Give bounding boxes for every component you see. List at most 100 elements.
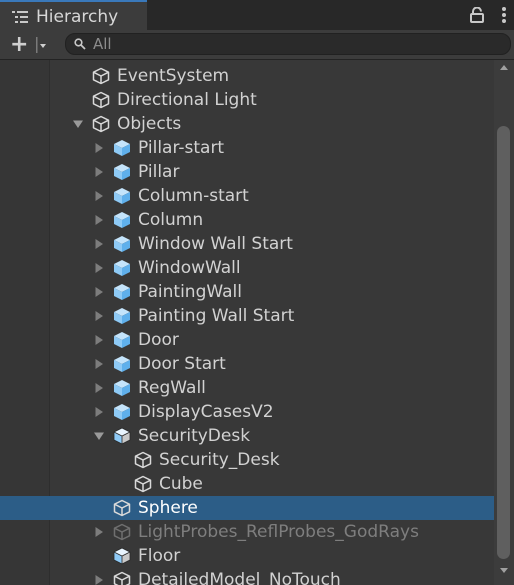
prefab-icon (114, 284, 130, 300)
tree-row-label: Objects (117, 114, 182, 134)
tree-row[interactable]: Pillar (0, 160, 494, 184)
gameobject-icon (92, 67, 110, 85)
tree-row[interactable]: Column (0, 208, 494, 232)
expanded-arrow-icon[interactable] (73, 119, 83, 129)
search-field[interactable] (65, 33, 511, 55)
collapsed-arrow-icon[interactable] (94, 383, 104, 393)
gameobject-icon (134, 451, 152, 469)
prefab-icon (114, 380, 130, 396)
prefab-icon (114, 308, 130, 324)
tree-row[interactable]: Directional Light (0, 88, 494, 112)
lock-icon[interactable] (470, 7, 484, 23)
collapsed-arrow-icon[interactable] (94, 239, 104, 249)
tree-row[interactable]: PaintingWall (0, 280, 494, 304)
tree-row-label: Sphere (138, 498, 198, 518)
tree-row[interactable]: Door (0, 328, 494, 352)
tree-row[interactable]: Window Wall Start (0, 232, 494, 256)
tree-row-label: DisplayCasesV2 (138, 402, 274, 422)
tree-row-label: RegWall (138, 378, 206, 398)
collapsed-arrow-icon[interactable] (94, 143, 104, 153)
tree-row[interactable]: Door Start (0, 352, 494, 376)
collapsed-arrow-icon[interactable] (94, 311, 104, 321)
gameobject-icon (92, 115, 110, 133)
tree-row-label: Pillar (138, 162, 180, 182)
tree-row[interactable]: DisplayCasesV2 (0, 400, 494, 424)
tree-row-label: Pillar-start (138, 138, 225, 158)
tree-row-label: Column (138, 210, 204, 230)
tree-row[interactable]: RegWall (0, 376, 494, 400)
gameobject-icon (134, 475, 152, 493)
tree-row-label: SecurityDesk (138, 426, 251, 446)
hierarchy-panel: Hierarchy + All EventSystem Directional … (0, 0, 514, 585)
collapsed-arrow-icon[interactable] (94, 215, 104, 225)
gameobject-icon (113, 523, 131, 541)
add-dropdown-icon[interactable] (36, 37, 47, 53)
gameobject-icon (113, 499, 131, 517)
tab-title: Hierarchy (36, 7, 119, 27)
expanded-arrow-icon[interactable] (94, 431, 104, 441)
hierarchy-tree: EventSystem Directional Light Objects Pilla… (0, 60, 494, 585)
vertical-scrollbar[interactable] (494, 60, 514, 585)
gameobject-icon (113, 571, 131, 585)
tree-row-label: Security_Desk (159, 450, 280, 470)
add-label: + (10, 32, 29, 57)
tree-row-label: Window Wall Start (138, 234, 293, 254)
collapsed-arrow-icon[interactable] (94, 575, 104, 585)
tree-row[interactable]: DetailedModel_NoTouch (0, 568, 494, 585)
scroll-up-arrow-icon[interactable] (499, 63, 509, 71)
tree-row[interactable]: Painting Wall Start (0, 304, 494, 328)
tree-row-label: Directional Light (117, 90, 257, 110)
prefab-icon (114, 356, 130, 372)
prefab-model-icon (113, 427, 131, 445)
prefab-icon (114, 236, 130, 252)
collapsed-arrow-icon[interactable] (94, 287, 104, 297)
tree-row[interactable]: LightProbes_ReflProbes_GodRays (0, 520, 494, 544)
collapsed-arrow-icon[interactable] (94, 191, 104, 201)
collapsed-arrow-icon[interactable] (94, 359, 104, 369)
prefab-icon (114, 164, 130, 180)
prefab-icon (114, 140, 130, 156)
prefab-icon (114, 332, 130, 348)
tree-row-label: DetailedModel_NoTouch (138, 570, 341, 585)
tree-row[interactable]: Column-start (0, 184, 494, 208)
more-vertical-icon[interactable] (502, 7, 506, 23)
tree-row-label: Floor (138, 546, 181, 566)
tab-hierarchy[interactable]: Hierarchy (0, 0, 147, 31)
search-input[interactable] (93, 34, 493, 54)
collapsed-arrow-icon[interactable] (94, 167, 104, 177)
tab-actions (470, 5, 506, 25)
tree-row-label: Door Start (138, 354, 226, 374)
tree-row[interactable]: Security_Desk (0, 448, 494, 472)
hierarchy-toolbar: + (0, 30, 514, 60)
collapsed-arrow-icon[interactable] (94, 407, 104, 417)
tree-row[interactable]: Cube (0, 472, 494, 496)
tree-row-label: Cube (159, 474, 203, 494)
tree-row-label: EventSystem (117, 66, 230, 86)
tree-row-label: Painting Wall Start (138, 306, 295, 326)
tree-row[interactable]: Floor (0, 544, 494, 568)
collapsed-arrow-icon[interactable] (94, 263, 104, 273)
tree-row[interactable]: WindowWall (0, 256, 494, 280)
tree-row[interactable]: SecurityDesk (0, 424, 494, 448)
tree-row-label: LightProbes_ReflProbes_GodRays (138, 522, 419, 542)
gameobject-icon (92, 91, 110, 109)
prefab-icon (114, 212, 130, 228)
prefab-icon (114, 404, 130, 420)
collapsed-arrow-icon[interactable] (94, 335, 104, 345)
tree-row-label: Column-start (138, 186, 249, 206)
add-object-button[interactable]: + (6, 34, 50, 56)
scrollbar-thumb[interactable] (497, 126, 510, 559)
prefab-icon (114, 260, 130, 276)
prefab-icon (114, 188, 130, 204)
tree-row-label: Door (138, 330, 179, 350)
search-icon (74, 38, 86, 50)
scroll-down-arrow-icon[interactable] (499, 567, 509, 575)
prefab-model-icon (113, 547, 131, 565)
tree-row[interactable]: Pillar-start (0, 136, 494, 160)
tree-row[interactable]: Objects (0, 112, 494, 136)
tree-row-label: WindowWall (138, 258, 241, 278)
tree-row[interactable]: EventSystem (0, 64, 494, 88)
collapsed-arrow-icon[interactable] (94, 527, 104, 537)
hierarchy-list-icon (12, 11, 28, 23)
tree-row[interactable]: Sphere (0, 496, 494, 520)
